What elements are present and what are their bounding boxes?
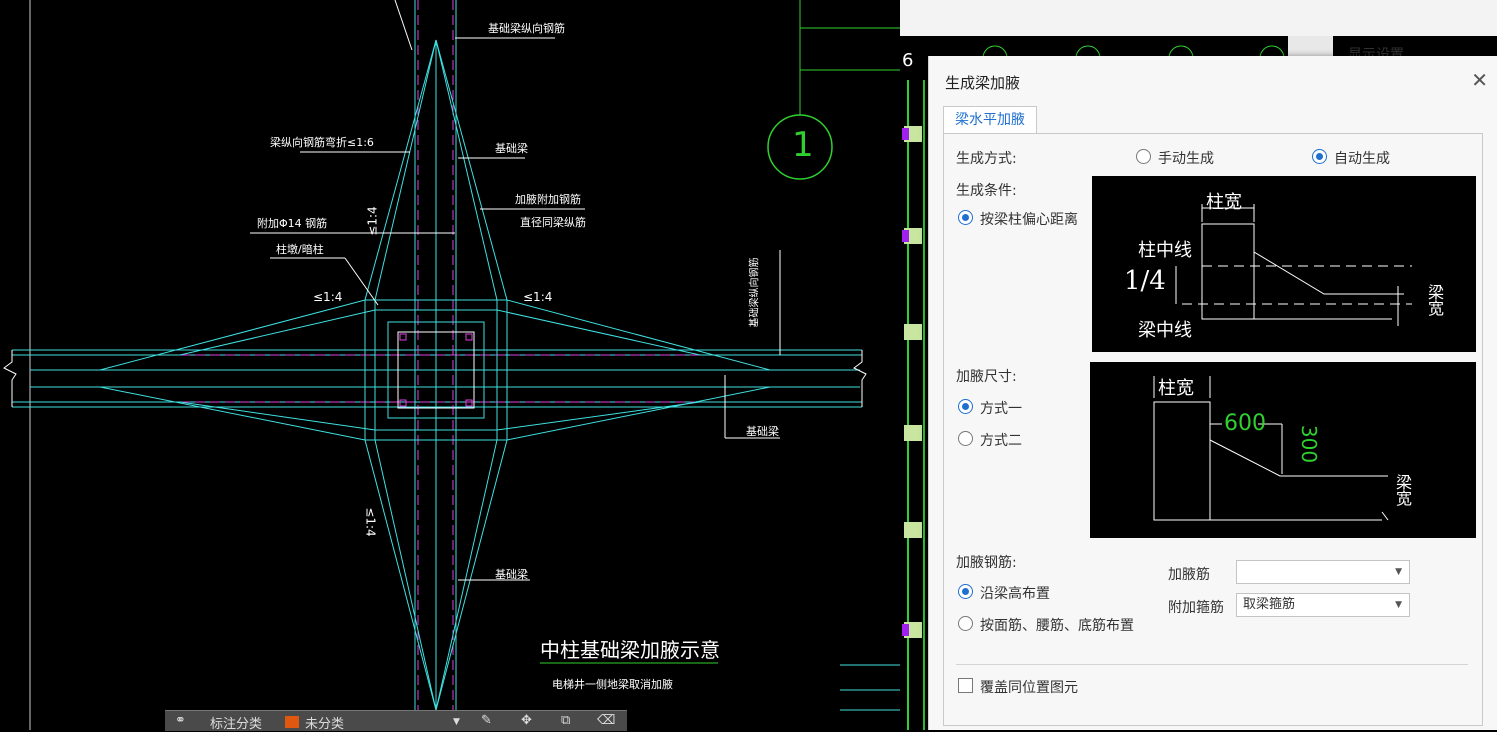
stirrup-label: 附加箍筋 — [1168, 600, 1224, 616]
rebar-option2-label[interactable]: 按面筋、腰筋、底筋布置 — [980, 615, 1134, 635]
generate-beam-haunch-dialog: 生成梁加腋 ✕ 梁水平加腋 生成方式: 手动生成 自动生成 生成条件: 按梁柱偏… — [928, 56, 1497, 730]
label-ratio-vert-bot: ≤1:4 — [363, 507, 378, 537]
label-haunch-bar-2: 直径同梁纵筋 — [520, 216, 586, 229]
haunch-bar-select[interactable]: ▼ — [1236, 560, 1410, 584]
d1-col-width: 柱宽 — [1206, 192, 1242, 213]
drawing-subtitle: 电梯井一侧地梁取消加腋 — [552, 678, 673, 691]
divider — [956, 664, 1468, 665]
chevron-down-icon: ▼ — [1395, 567, 1402, 577]
rebar-label: 加腋钢筋: — [956, 555, 1017, 571]
eccentric-diagram: 柱宽 柱中线 1/4 梁中线 梁宽 — [1092, 176, 1476, 352]
size-option1-label[interactable]: 方式一 — [980, 398, 1022, 418]
axis-label-right: 6 — [902, 50, 914, 71]
axis-bubble-label: 1 — [792, 125, 814, 165]
d1-beam-width: 梁宽 — [1425, 284, 1444, 316]
size-option2-label[interactable]: 方式二 — [980, 430, 1022, 450]
label-beam-long-rebar: 基础梁纵向钢筋 — [488, 22, 565, 35]
overwrite-label[interactable]: 覆盖同位置图元 — [980, 677, 1078, 697]
condition-radio[interactable] — [958, 210, 973, 225]
label-bent-rebar: 梁纵向钢筋弯折≤1:6 — [270, 136, 374, 149]
haunch-bar-label: 加腋筋 — [1168, 567, 1210, 583]
auto-radio[interactable] — [1312, 149, 1327, 164]
rebar-option1-label[interactable]: 沿梁高布置 — [980, 583, 1050, 603]
condition-option[interactable]: 按梁柱偏心距离 — [980, 209, 1078, 229]
label-extra-bar: 附加Φ14 钢筋 — [257, 217, 328, 230]
label-side-long-rebar: 基础梁纵向钢筋 — [749, 257, 761, 328]
auto-label[interactable]: 自动生成 — [1334, 148, 1390, 168]
d1-beam-center: 梁中线 — [1138, 320, 1192, 341]
category-select[interactable]: 未分类 — [305, 713, 344, 732]
chevron-down-icon[interactable]: ▼ — [453, 717, 460, 727]
annotation-category-label: 标注分类 — [210, 717, 263, 732]
d2-depth: 300 — [1297, 424, 1322, 464]
size-option1-radio[interactable] — [958, 399, 973, 414]
dialog-title: 生成梁加腋 — [945, 74, 1021, 92]
close-icon[interactable]: ✕ — [1471, 68, 1488, 92]
label-foundation-beam-c: 基础梁 — [495, 568, 528, 581]
copy-icon[interactable]: ⧉ — [561, 713, 570, 728]
drawing-title: 中柱基础梁加腋示意 — [540, 638, 720, 662]
d2-col-width: 柱宽 — [1158, 378, 1194, 399]
rebar-option2-radio[interactable] — [958, 616, 973, 631]
size-option2-radio[interactable] — [958, 431, 973, 446]
label-ratio-tl: ≤1:4 — [313, 290, 343, 304]
label-ratio-tr: ≤1:4 — [523, 290, 553, 304]
group-icon[interactable]: ⚭ — [175, 713, 186, 728]
move-icon[interactable]: ✥ — [521, 713, 532, 728]
overwrite-checkbox[interactable] — [958, 678, 973, 693]
manual-label[interactable]: 手动生成 — [1158, 148, 1214, 168]
tab-horizontal-haunch[interactable]: 梁水平加腋 — [943, 106, 1037, 133]
stirrup-value: 取梁箍筋 — [1243, 597, 1296, 612]
label-foundation-beam-a: 基础梁 — [495, 142, 528, 155]
chevron-down-icon: ▼ — [1395, 600, 1402, 610]
delete-icon[interactable]: ⌫ — [597, 713, 615, 728]
d2-length: 600 — [1224, 411, 1266, 436]
haunch-size-diagram: 柱宽 600 300 梁宽 — [1090, 362, 1476, 538]
d2-beam-width: 梁宽 — [1393, 474, 1412, 506]
cad-canvas[interactable]: 基础梁纵向钢筋 梁纵向钢筋弯折≤1:6 基础梁 加腋附加钢筋 直径同梁纵筋 附加… — [0, 0, 900, 732]
label-haunch-bar-1: 加腋附加钢筋 — [515, 193, 581, 206]
category-color-swatch — [285, 716, 299, 728]
foundation-beam-drawing — [3, 0, 900, 730]
condition-label: 生成条件: — [956, 183, 1017, 199]
gen-method-label: 生成方式: — [956, 151, 1017, 167]
d1-ratio: 1/4 — [1124, 266, 1166, 296]
edit-icon[interactable]: ✎ — [481, 713, 492, 728]
d1-col-center: 柱中线 — [1138, 240, 1192, 261]
annotation-toolbar: ⚭ 标注分类 未分类 ▼ ✎ ✥ ⧉ ⌫ — [165, 710, 627, 732]
size-label: 加腋尺寸: — [956, 369, 1017, 385]
tab-panel: 生成方式: 手动生成 自动生成 生成条件: 按梁柱偏心距离 柱宽 柱中线 1/4… — [943, 133, 1483, 726]
stirrup-select[interactable]: 取梁箍筋 ▼ — [1236, 593, 1410, 617]
rebar-option1-radio[interactable] — [958, 584, 973, 599]
label-ratio-vert-top: ≤1:4 — [365, 206, 380, 236]
label-foundation-beam-b: 基础梁 — [746, 425, 779, 438]
label-column: 柱墩/暗柱 — [276, 243, 324, 256]
manual-radio[interactable] — [1136, 149, 1151, 164]
